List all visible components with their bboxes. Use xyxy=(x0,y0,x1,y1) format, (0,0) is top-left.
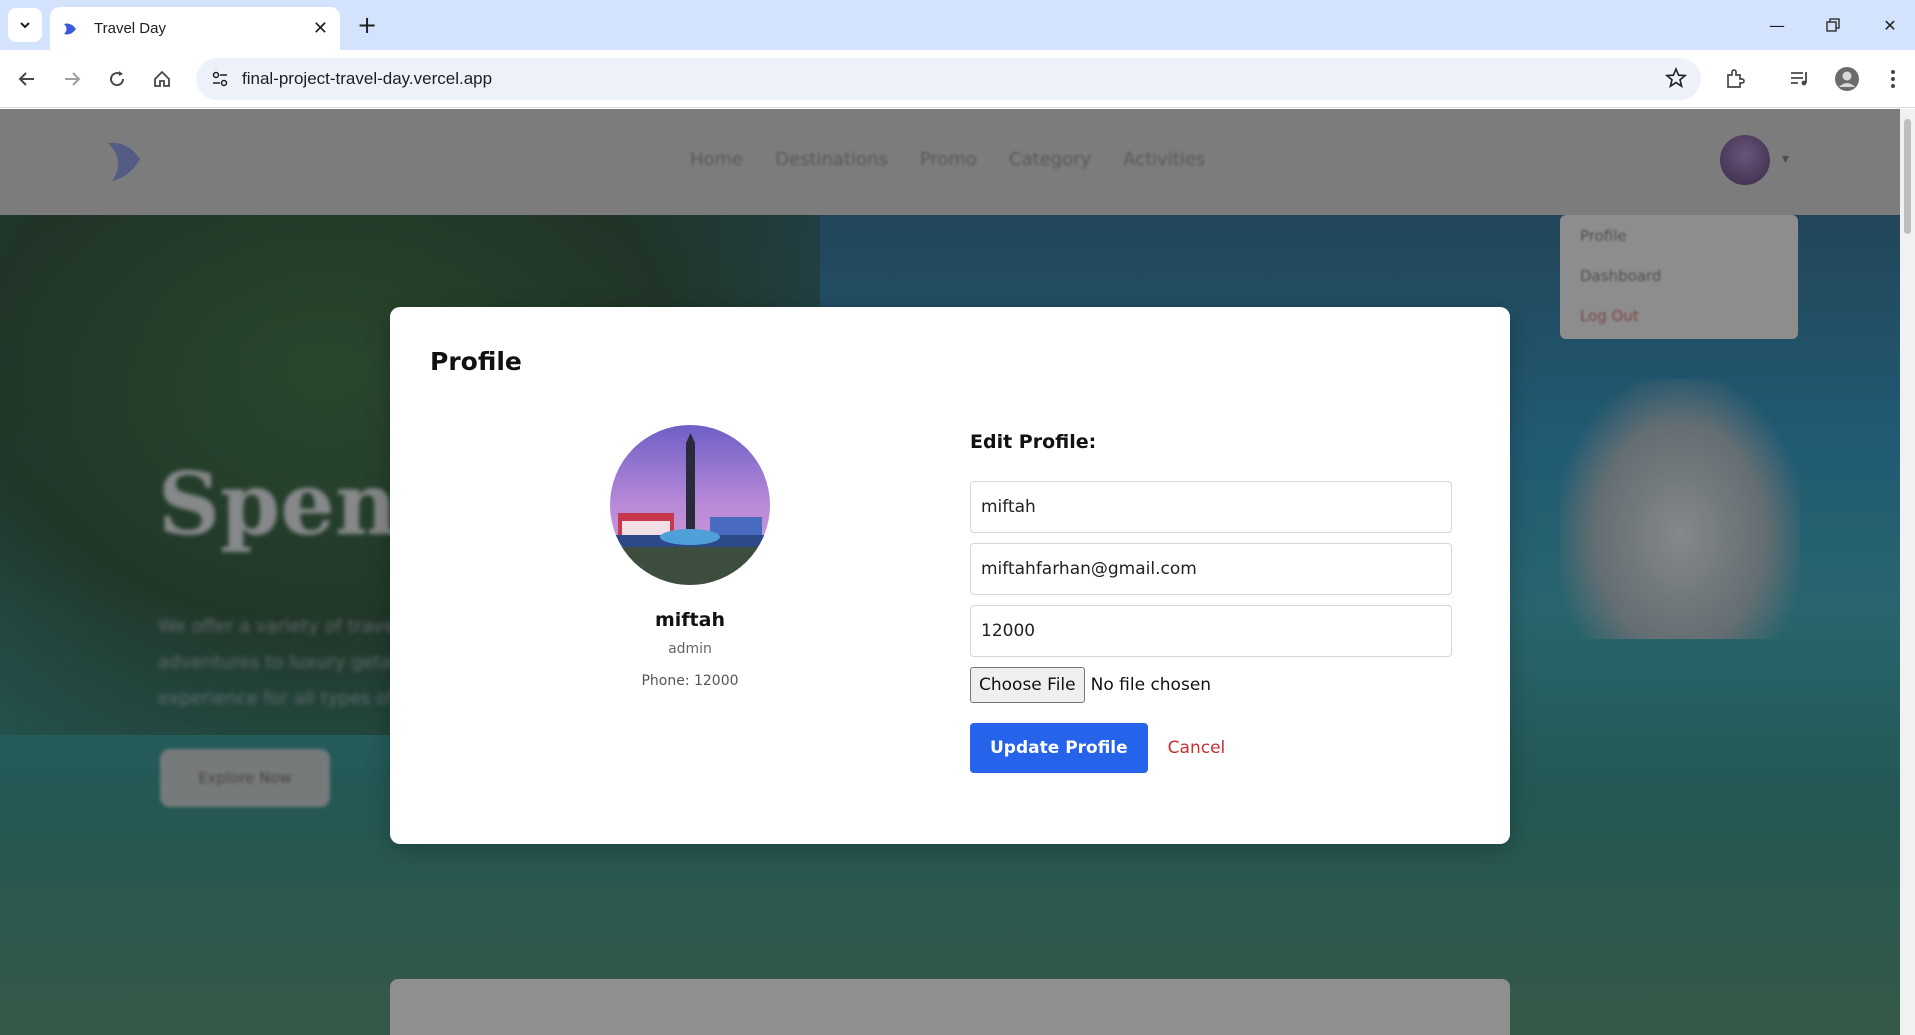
modal-title: Profile xyxy=(430,347,522,376)
browser-tab-bar: Travel Day ✕ + — ✕ xyxy=(0,0,1915,50)
bookmark-star-icon[interactable] xyxy=(1664,66,1688,93)
home-icon[interactable] xyxy=(145,62,179,96)
file-upload: Choose File No file chosen xyxy=(970,667,1452,703)
edit-profile-title: Edit Profile: xyxy=(970,431,1097,453)
forward-icon[interactable] xyxy=(55,62,89,96)
page-scrollbar[interactable] xyxy=(1900,109,1915,1035)
extensions-icon[interactable] xyxy=(1718,62,1752,96)
scrollbar-thumb[interactable] xyxy=(1904,119,1911,234)
page-viewport: Home Destinations Promo Category Activit… xyxy=(0,109,1900,1035)
browser-toolbar: final-project-travel-day.vercel.app xyxy=(0,50,1915,108)
browser-tab[interactable]: Travel Day ✕ xyxy=(50,7,340,50)
profile-role: admin xyxy=(668,641,712,657)
cancel-button[interactable]: Cancel xyxy=(1168,738,1226,758)
email-field[interactable] xyxy=(970,543,1452,595)
address-bar[interactable]: final-project-travel-day.vercel.app xyxy=(196,58,1701,100)
profile-avatar xyxy=(610,425,770,585)
new-tab-icon[interactable]: + xyxy=(352,10,382,40)
name-field[interactable] xyxy=(970,481,1452,533)
reload-icon[interactable] xyxy=(100,62,134,96)
site-info-icon[interactable] xyxy=(208,67,232,91)
profile-phone: Phone: 12000 xyxy=(641,673,739,689)
file-status: No file chosen xyxy=(1090,675,1212,695)
back-icon[interactable] xyxy=(10,62,44,96)
profile-summary: miftah admin Phone: 12000 xyxy=(570,425,810,689)
edit-profile-form: Edit Profile: Choose File No file chosen… xyxy=(970,431,1452,773)
browser-menu-icon[interactable] xyxy=(1876,62,1910,96)
media-controls-icon[interactable] xyxy=(1783,62,1817,96)
choose-file-button[interactable]: Choose File xyxy=(970,667,1085,703)
restore-icon[interactable] xyxy=(1813,10,1853,40)
form-actions: Update Profile Cancel xyxy=(970,723,1452,773)
user-avatar-icon[interactable] xyxy=(1830,62,1864,96)
travel-day-favicon-icon xyxy=(64,23,76,34)
profile-name: miftah xyxy=(654,609,725,631)
tab-title: Travel Day xyxy=(94,20,166,37)
profile-modal: Profile miftah admin Phone: 12000 Edit P… xyxy=(390,307,1510,844)
update-profile-button[interactable]: Update Profile xyxy=(970,723,1148,773)
tab-close-icon[interactable]: ✕ xyxy=(313,18,328,39)
city-monument-image xyxy=(610,425,770,585)
minimize-icon[interactable]: — xyxy=(1757,10,1797,40)
url-text[interactable]: final-project-travel-day.vercel.app xyxy=(242,69,492,89)
tab-search-icon[interactable] xyxy=(8,8,42,42)
phone-field[interactable] xyxy=(970,605,1452,657)
close-window-icon[interactable]: ✕ xyxy=(1870,10,1910,40)
